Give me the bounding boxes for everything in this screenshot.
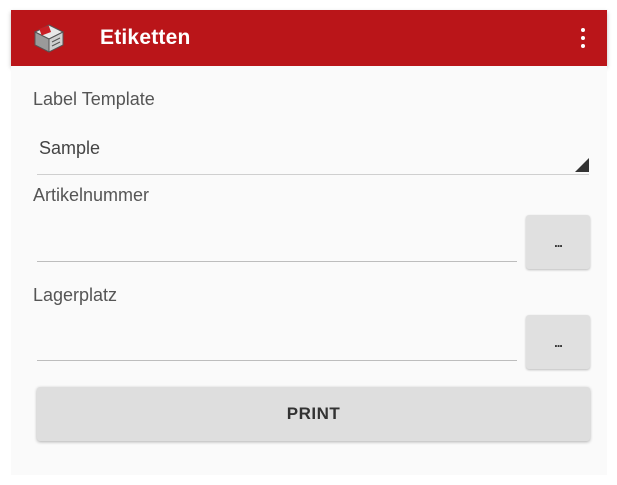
app-bar: Etiketten bbox=[11, 10, 607, 66]
article-number-browse-button[interactable]: ... bbox=[526, 215, 590, 269]
article-number-input[interactable] bbox=[37, 231, 517, 262]
storage-location-input[interactable] bbox=[37, 330, 517, 361]
print-button[interactable]: PRINT bbox=[37, 387, 590, 441]
label-form: Label Template Sample Artikelnummer ... … bbox=[11, 66, 607, 475]
storage-location-label: Lagerplatz bbox=[33, 285, 118, 305]
storage-location-browse-button[interactable]: ... bbox=[526, 315, 590, 369]
article-number-label: Artikelnummer bbox=[33, 185, 150, 205]
label-template-dropdown[interactable]: Sample bbox=[37, 130, 589, 175]
app-title: Etiketten bbox=[100, 26, 191, 49]
more-vertical-icon[interactable] bbox=[571, 22, 595, 54]
dropdown-arrow-icon bbox=[575, 158, 589, 172]
warehouse-box-icon bbox=[33, 22, 65, 54]
label-template-label: Label Template bbox=[33, 89, 155, 109]
label-template-value: Sample bbox=[39, 138, 101, 158]
